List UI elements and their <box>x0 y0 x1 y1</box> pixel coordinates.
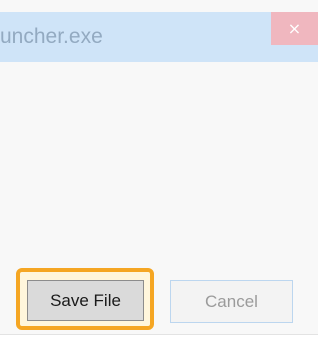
window-title: uncher.exe <box>0 25 103 48</box>
close-icon: × <box>287 18 302 38</box>
download-dialog: uncher.exe × Save File Cancel <box>0 0 318 335</box>
close-button[interactable]: × <box>271 12 318 45</box>
save-file-button[interactable]: Save File <box>27 280 144 321</box>
cancel-button[interactable]: Cancel <box>170 280 293 323</box>
title-bar: uncher.exe × <box>0 12 318 62</box>
